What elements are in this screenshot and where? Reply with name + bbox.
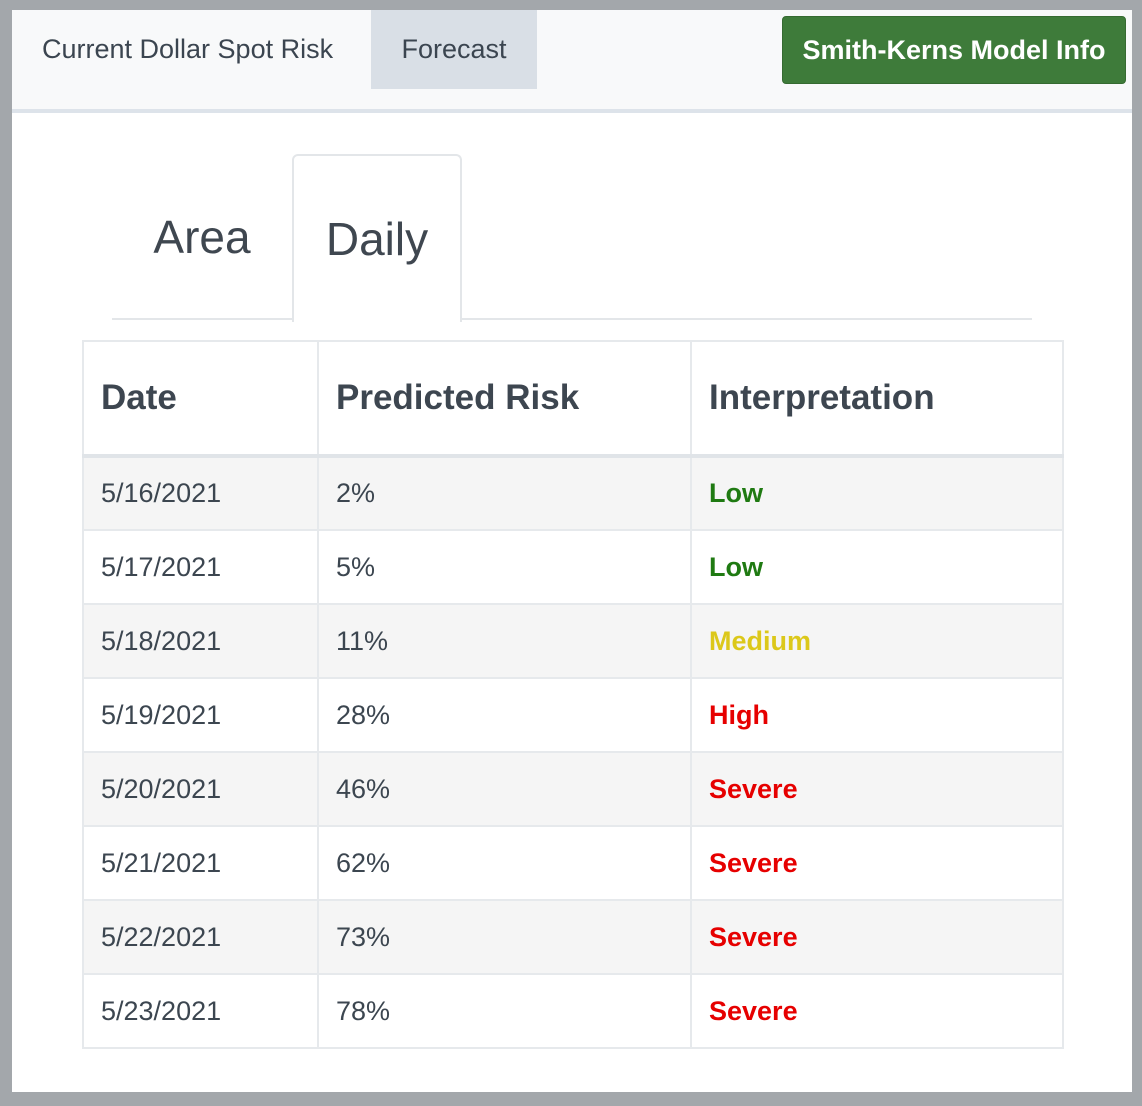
cell-interpretation: Medium [690,603,1064,679]
top-nav-bar: Current Dollar Spot Risk Forecast Smith-… [12,10,1132,113]
app-frame: Current Dollar Spot Risk Forecast Smith-… [12,10,1132,1092]
cell-predicted-risk: 73% [317,899,692,975]
table-row: 5/16/2021 2% Low [82,455,1064,531]
cell-interpretation: Severe [690,899,1064,975]
cell-interpretation: High [690,677,1064,753]
cell-date: 5/21/2021 [82,825,319,901]
cell-predicted-risk: 28% [317,677,692,753]
cell-interpretation: Low [690,529,1064,605]
cell-date: 5/19/2021 [82,677,319,753]
tab-current-dollar-spot-risk[interactable]: Current Dollar Spot Risk [42,10,333,89]
header-interpretation: Interpretation [690,340,1064,458]
table-row: 5/19/2021 28% High [82,677,1064,753]
cell-interpretation: Severe [690,825,1064,901]
table-row: 5/22/2021 73% Severe [82,899,1064,975]
cell-predicted-risk: 2% [317,455,692,531]
view-tabs: Area Daily [112,154,1032,322]
cell-predicted-risk: 62% [317,825,692,901]
table-header-row: Date Predicted Risk Interpretation [82,340,1064,458]
cell-date: 5/18/2021 [82,603,319,679]
header-date: Date [82,340,319,458]
cell-predicted-risk: 5% [317,529,692,605]
table-row: 5/23/2021 78% Severe [82,973,1064,1049]
cell-predicted-risk: 46% [317,751,692,827]
cell-predicted-risk: 78% [317,973,692,1049]
cell-date: 5/17/2021 [82,529,319,605]
table-row: 5/17/2021 5% Low [82,529,1064,605]
tab-forecast[interactable]: Forecast [371,10,537,89]
cell-date: 5/22/2021 [82,899,319,975]
model-info-button[interactable]: Smith-Kerns Model Info [782,16,1126,84]
table-row: 5/20/2021 46% Severe [82,751,1064,827]
table-row: 5/18/2021 11% Medium [82,603,1064,679]
cell-date: 5/23/2021 [82,973,319,1049]
cell-interpretation: Severe [690,751,1064,827]
table-row: 5/21/2021 62% Severe [82,825,1064,901]
cell-interpretation: Low [690,455,1064,531]
forecast-table-container: Date Predicted Risk Interpretation 5/16/… [82,340,1064,1049]
tab-daily[interactable]: Daily [292,154,462,322]
header-predicted-risk: Predicted Risk [317,340,692,458]
cell-date: 5/16/2021 [82,455,319,531]
cell-date: 5/20/2021 [82,751,319,827]
tab-area[interactable]: Area [112,154,292,320]
cell-interpretation: Severe [690,973,1064,1049]
forecast-table: Date Predicted Risk Interpretation 5/16/… [82,340,1064,1049]
cell-predicted-risk: 11% [317,603,692,679]
